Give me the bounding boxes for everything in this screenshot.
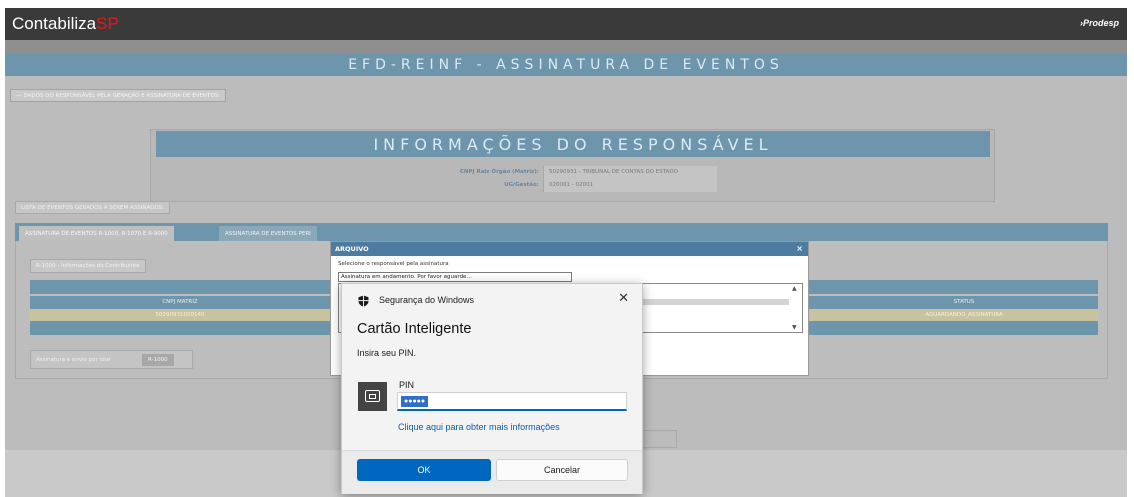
brand-name: Contabiliza <box>12 14 97 33</box>
responsavel-row-ug: UG/Gestão: 020001 - 02001 <box>425 179 717 192</box>
prodesp-name: Prodesp <box>1082 18 1119 28</box>
responsavel-table: CNPJ Raiz Órgão (Matriz): 50290931 - TRI… <box>425 166 717 192</box>
header-status: STATUS <box>953 299 975 305</box>
tab-periodicos[interactable]: ASSINATURA DE EVENTOS PERI <box>219 226 317 241</box>
arquivo-prompt: Selecione o responsável pela assinatura <box>338 261 449 267</box>
list-item[interactable] <box>639 299 789 305</box>
pin-label: PIN <box>399 380 415 390</box>
section-dados-toggle[interactable]: — DADOS DO RESPONSÁVEL PELA GERAÇÃO E AS… <box>10 89 227 102</box>
main-title-bar: EFD-REINF - ASSINATURA DE EVENTOS <box>5 54 1127 76</box>
lote-r1000-button[interactable]: R-1000 <box>142 354 174 366</box>
ok-button[interactable]: OK <box>357 459 491 481</box>
dialog-header: Segurança do Windows <box>379 295 475 305</box>
more-info-link[interactable]: Clique aqui para obter mais informações <box>398 422 560 432</box>
dialog-subtitle: Insira seu PIN. <box>357 348 417 358</box>
shield-icon <box>358 295 369 307</box>
cnpj-label: CNPJ Raiz Órgão (Matriz): <box>459 169 539 175</box>
scroll-down-icon[interactable]: ▼ <box>792 324 797 331</box>
dialog-footer: OK Cancelar <box>342 450 642 494</box>
lista-eventos-label: LISTA DE EVENTOS GERADOS A SEREM ASSINAD… <box>15 201 171 214</box>
cell-cnpj-matriz: 50290931000140 <box>155 312 205 318</box>
ug-label: UG/Gestão: <box>504 182 539 188</box>
dialog-title: Cartão Inteligente <box>357 321 472 337</box>
prodesp-logo: ›Prodesp <box>1080 18 1119 28</box>
page-top-band <box>5 40 1127 54</box>
windows-security-dialog: Segurança do Windows ✕ Cartão Inteligent… <box>341 283 643 494</box>
contribuinte-label: R-1000 - Informações do Contribuinte <box>30 259 146 273</box>
tabs-bar: ASSINATURA DE EVENTOS R-1000, R-1070 E R… <box>15 223 1108 241</box>
collapse-icon: — <box>16 92 22 99</box>
responsavel-row-cnpj: CNPJ Raiz Órgão (Matriz): 50290931 - TRI… <box>425 166 717 179</box>
responsavel-panel: INFORMAÇÕES DO RESPONSÁVEL CNPJ Raiz Órg… <box>150 129 995 202</box>
close-icon[interactable]: × <box>796 242 803 256</box>
arquivo-title-bar: ARQUIVO × <box>331 242 808 256</box>
pin-input[interactable]: ●●●●● <box>397 392 627 411</box>
arquivo-title: ARQUIVO <box>335 245 369 253</box>
header-cnpj-matriz: CNPJ MATRIZ <box>162 299 198 305</box>
top-bar: ContabilizaSP ›Prodesp <box>5 8 1127 40</box>
brand-logo[interactable]: ContabilizaSP <box>12 14 119 34</box>
responsavel-title: INFORMAÇÕES DO RESPONSÁVEL <box>373 134 773 154</box>
page-title: EFD-REINF - ASSINATURA DE EVENTOS <box>348 57 784 73</box>
lote-label: Assinatura e envio por lote <box>36 357 111 363</box>
ug-value: 020001 - 02001 <box>543 179 717 192</box>
section-dados-label: DADOS DO RESPONSÁVEL PELA GERAÇÃO E ASSI… <box>23 92 221 99</box>
pin-value: ●●●●● <box>401 396 429 407</box>
close-icon[interactable]: ✕ <box>618 291 629 305</box>
background-field <box>641 430 677 448</box>
arquivo-status-field: Assinatura em andamento. Por favor aguar… <box>338 272 572 282</box>
smart-card-icon <box>358 382 387 411</box>
tab-r1000-r1070-r9000[interactable]: ASSINATURA DE EVENTOS R-1000, R-1070 E R… <box>19 226 174 241</box>
scroll-up-icon[interactable]: ▲ <box>792 285 797 292</box>
lote-box: Assinatura e envio por lote R-1000 <box>30 350 193 369</box>
brand-suffix: SP <box>96 14 119 33</box>
responsavel-title-bar: INFORMAÇÕES DO RESPONSÁVEL <box>156 131 990 157</box>
list-scrollbar[interactable]: ▲ ▼ <box>790 284 802 332</box>
cell-status: AGUARDANDO_ASSINATURA <box>925 312 1003 318</box>
cnpj-value: 50290931 - TRIBUNAL DE CONTAS DO ESTADO <box>543 166 717 179</box>
cancel-button[interactable]: Cancelar <box>496 459 628 481</box>
